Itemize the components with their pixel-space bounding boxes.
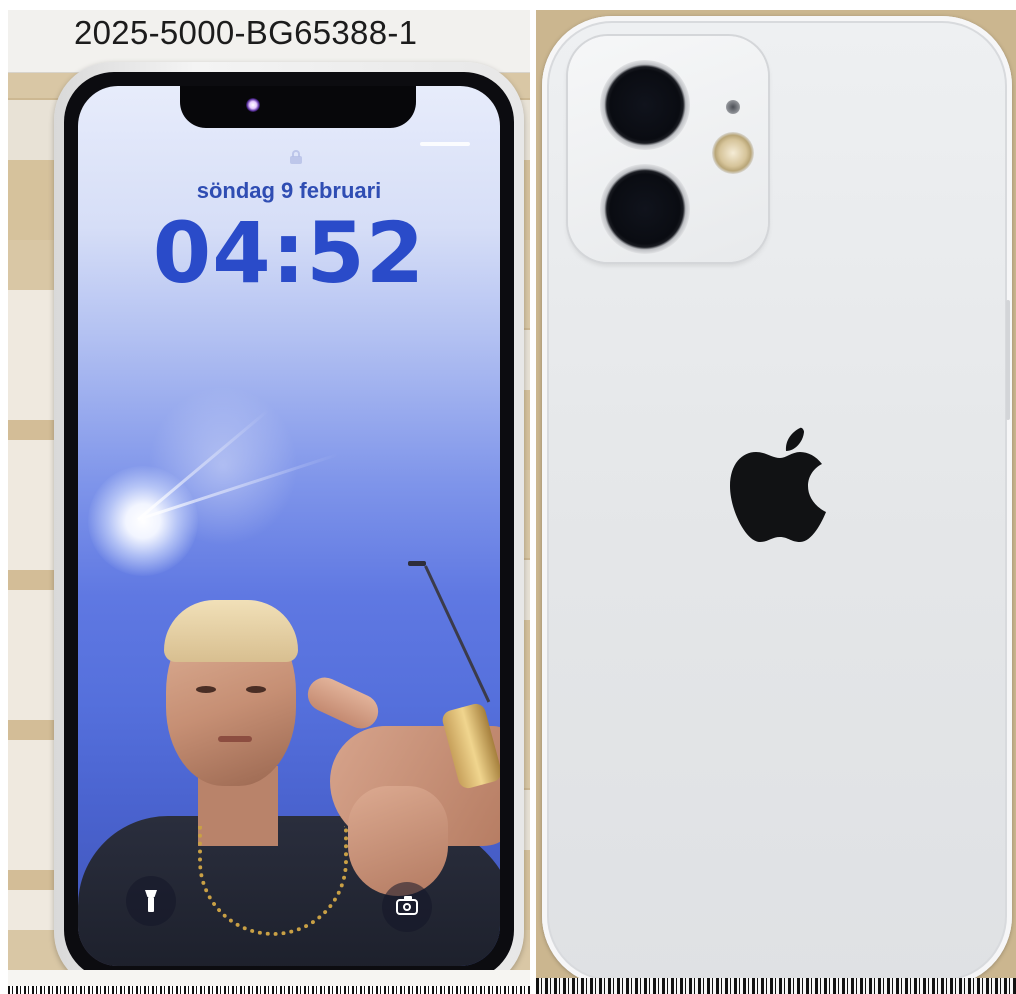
front-photo: 2025-5000-BG65388-1 söndag 9 februari 04… [8, 10, 530, 994]
apple-logo-icon [730, 427, 826, 542]
flashlight-button[interactable] [126, 876, 176, 926]
paper-background [8, 290, 56, 930]
rear-camera-lens-ultrawide [600, 164, 690, 254]
status-bar-indicator [420, 142, 470, 146]
phone-front: söndag 9 februari 04:52 [54, 62, 524, 990]
person-mouth [218, 736, 252, 742]
lock-icon [290, 150, 302, 164]
rear-camera-lens-wide [600, 60, 690, 150]
flashlight-icon [145, 890, 157, 912]
camera-button[interactable] [382, 882, 432, 932]
person-hand [348, 786, 448, 896]
phone-back [542, 16, 1012, 986]
lock-screen: söndag 9 februari 04:52 [78, 86, 500, 966]
evidence-label-text: 2025-5000-BG65388-1 [74, 14, 418, 51]
barcode-strip-right [536, 978, 1016, 994]
front-camera-glint [246, 98, 260, 112]
notch [180, 86, 416, 128]
rear-camera-module [568, 36, 768, 262]
person-eye-left [196, 686, 216, 693]
person-eye-right [246, 686, 266, 693]
camera-icon [396, 896, 418, 915]
person-hair [164, 600, 298, 662]
phone-bezel: söndag 9 februari 04:52 [64, 72, 514, 980]
side-button [1006, 300, 1010, 420]
lock-screen-date: söndag 9 februari [196, 178, 382, 203]
flash-led [712, 132, 754, 174]
lock-screen-time: 04:52 [152, 204, 426, 302]
barcode-strip [8, 970, 530, 994]
pointing-finger [302, 671, 384, 735]
rear-microphone [726, 100, 740, 114]
back-photo [536, 10, 1016, 994]
